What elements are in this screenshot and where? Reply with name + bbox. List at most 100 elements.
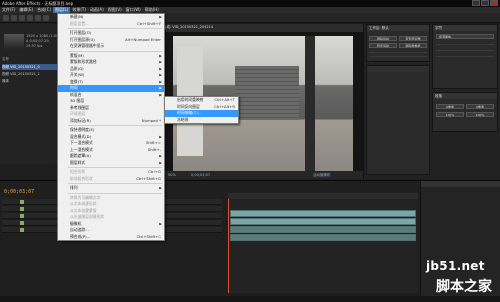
timeline-tracks[interactable] xyxy=(228,193,418,293)
menu-item: 图层设置... Ctrl+Shift+Y xyxy=(58,21,164,28)
menu-item-label: 品质(Q) xyxy=(70,65,84,71)
window-controls xyxy=(472,0,498,7)
menu-item[interactable]: 预合成(P)... Ctrl+Shift+C xyxy=(58,234,164,241)
menu-item-label: 时间伸缩(C)... xyxy=(177,110,202,115)
divider xyxy=(369,52,427,53)
indent-left-field[interactable]: 0像素 xyxy=(436,104,464,109)
scale-h-field[interactable]: 100% xyxy=(436,112,464,117)
menu-separator xyxy=(68,192,162,194)
menu-item-label: 开关(W) xyxy=(70,72,85,77)
menu-item-shortcut: Numpad * xyxy=(141,117,161,123)
layer-color-swatch xyxy=(20,214,24,218)
maximize-button[interactable] xyxy=(481,0,489,6)
minimize-button[interactable] xyxy=(472,0,480,6)
menu-item[interactable]: 图层样式 ▶ xyxy=(58,160,164,167)
composition-tab[interactable]: 合成: VID_20150321_204214 xyxy=(163,25,213,30)
character-panel-title: 字符 xyxy=(433,25,497,31)
menu-separator xyxy=(68,125,162,126)
project-item[interactable]: 视频 VID_20150321_1 xyxy=(2,71,60,77)
track-motion-button[interactable]: 跟踪运动 xyxy=(369,36,397,41)
time-ruler[interactable] xyxy=(228,193,418,199)
submenu-arrow-icon: ▶ xyxy=(159,186,162,190)
layer-menu: 新建(N) ▶ 图层设置... Ctrl+Shift+Y 打开图层(O) 打开图层源(U)… xyxy=(57,13,165,241)
scale-v-field[interactable]: 100% xyxy=(466,112,494,117)
close-button[interactable] xyxy=(490,0,498,6)
indent-right-field[interactable]: 0像素 xyxy=(466,104,494,109)
layer-duration-bar[interactable] xyxy=(230,226,416,233)
menu-item-label: 时间反向图层 xyxy=(177,103,200,109)
menu-separator xyxy=(68,28,162,29)
project-item[interactable]: 视频 VID_20150321_0 xyxy=(2,64,60,70)
timeline-timecode[interactable]: 0;00;03;07 xyxy=(4,189,34,195)
font-select[interactable]: 思源黑体 xyxy=(436,34,494,39)
view-select[interactable]: 活动摄像机 xyxy=(313,173,331,178)
menu-item-label: 变换(T) xyxy=(70,78,83,84)
time-submenu: 启用时间重映射 Ctrl+Alt+T 时间反向图层 Ctrl+Alt+R 时间伸缩(C)… xyxy=(164,96,239,124)
menu-item-label: 启用时间重映射 xyxy=(177,97,204,102)
menu-item-label: 组合形状 xyxy=(70,169,86,174)
camera-tool-icon[interactable] xyxy=(35,15,41,21)
menu-item-label: 新建(N) xyxy=(70,14,84,19)
warp-stabilizer-button[interactable]: 变形稳定器 xyxy=(399,36,427,41)
submenu-arrow-icon: ▶ xyxy=(159,160,162,165)
menu-item-shortcut: Ctrl+Shift+Y xyxy=(136,20,161,26)
right-panels: 工作区: 默认 跟踪运动 变形稳定器 稳定运动 跟踪摄像机 字符 思源黑体 段落… xyxy=(363,24,500,179)
viewer-timecode[interactable]: 0;00;03;07 xyxy=(191,173,210,177)
layer-color-swatch xyxy=(20,200,24,204)
pan-behind-tool-icon[interactable] xyxy=(43,15,49,21)
menu-item-label: 打开图层(O) xyxy=(70,30,92,35)
menu-item-label: 帧混合 xyxy=(70,91,82,97)
menu-item-label: 冻结帧 xyxy=(177,116,189,122)
layer-duration-bar[interactable] xyxy=(230,218,416,225)
divider xyxy=(369,56,427,57)
watermark-title: 脚本之家 xyxy=(436,279,492,295)
divider xyxy=(436,50,494,51)
menu-item-label: 排列 xyxy=(70,185,78,190)
divider xyxy=(436,56,494,57)
menu-item-label: 蒙版和形状路径 xyxy=(70,59,97,64)
menu-item-label: 预合成(P)... xyxy=(70,233,91,239)
menu-item-label: 混合模式(D) xyxy=(70,133,92,139)
menu-item-label: 转换为可编辑文字 xyxy=(70,194,101,200)
footage-info: 1920 x 1080 (1.00) Δ 0;00;07;29, 29.97 f… xyxy=(26,34,60,49)
frame-post xyxy=(305,36,315,174)
layer-duration-bar[interactable] xyxy=(230,234,416,241)
divider xyxy=(436,44,494,45)
menu-item-label: 图层设置... xyxy=(70,20,89,26)
layer-duration-bar[interactable] xyxy=(230,210,416,217)
menu-item[interactable]: 排列 ▶ xyxy=(58,185,164,192)
menu-item-label: 添加标记(R) xyxy=(70,117,91,123)
zoom-select[interactable]: 50% xyxy=(168,173,176,177)
project-panel: 1920 x 1080 (1.00) Δ 0;00;07;29, 29.97 f… xyxy=(0,24,62,164)
hand-tool-icon[interactable] xyxy=(11,15,17,21)
workspace-label[interactable]: 工作区: 默认 xyxy=(367,25,429,31)
rotate-tool-icon[interactable] xyxy=(27,15,33,21)
stabilize-motion-button[interactable]: 稳定运动 xyxy=(369,43,397,48)
project-item[interactable]: 媒体 xyxy=(2,78,60,84)
menu-item-label: 蒙版(M) xyxy=(70,52,84,58)
status-bar xyxy=(0,296,500,302)
menu-item-label: 参考线图层 xyxy=(70,104,89,110)
watermark-url: jb51.net xyxy=(426,259,485,273)
menu-item[interactable]: 添加标记(R) Numpad * xyxy=(58,118,164,125)
title-bar: Adobe After Effects - 无标题项目.aep xyxy=(0,0,500,7)
effects-panel-header xyxy=(367,66,429,72)
selection-tool-icon[interactable] xyxy=(3,15,9,21)
zoom-tool-icon[interactable] xyxy=(19,15,25,21)
menu-separator xyxy=(68,167,162,168)
menu-item[interactable]: 在资源管理器中显示 xyxy=(58,43,164,50)
menu-item-shortcut: Ctrl+Shift+G xyxy=(136,175,161,181)
menu-item-shortcut: Ctrl+Shift+C xyxy=(136,233,161,239)
footage-info-line: Δ 0;00;07;29, 29.97 fps xyxy=(26,39,50,48)
menu-item-label: 从文本创建形状 xyxy=(70,201,97,206)
layer-color-swatch xyxy=(20,221,24,225)
project-name-header[interactable]: 名称 xyxy=(2,57,9,62)
menu-item[interactable]: 冻结帧 xyxy=(165,117,238,124)
footage-thumbnail xyxy=(4,34,24,50)
frame-garage-door xyxy=(235,66,299,120)
current-time-indicator[interactable] xyxy=(228,199,229,293)
track-camera-button[interactable]: 跟踪摄像机 xyxy=(399,43,427,48)
paragraph-panel-title: 段落 xyxy=(433,93,497,99)
menu-item-label: 下一混合模式 xyxy=(70,140,93,145)
effects-panel xyxy=(366,65,430,175)
